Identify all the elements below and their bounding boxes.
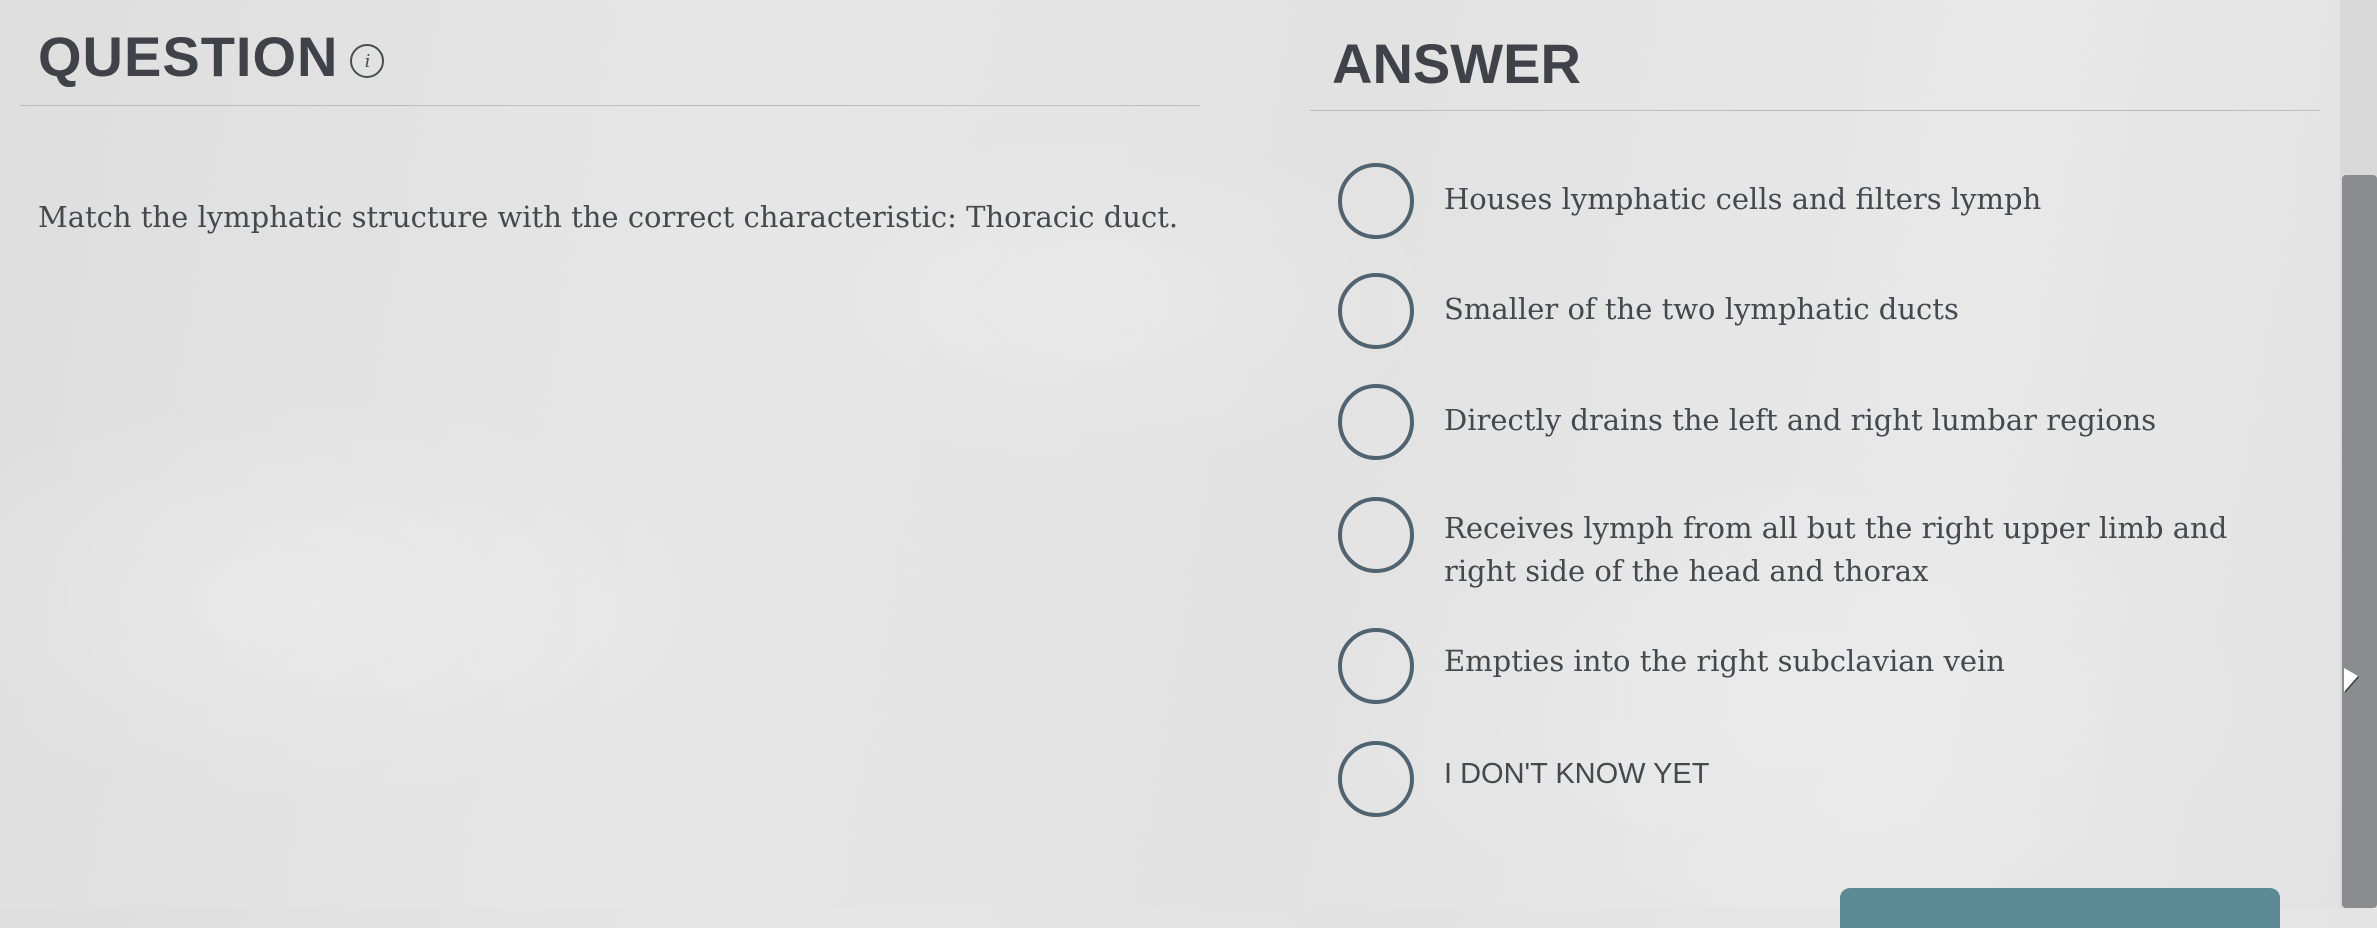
answer-option-5[interactable]: Empties into the right subclavian vein <box>1338 628 2318 704</box>
scrollbar-thumb[interactable] <box>2342 175 2377 908</box>
mouse-pointer-icon <box>2344 668 2358 692</box>
question-text: Match the lymphatic structure with the c… <box>38 200 1179 234</box>
answer-header: ANSWER <box>1310 0 2320 112</box>
answer-option-label: Empties into the right subclavian vein <box>1444 644 2005 678</box>
answer-option-3[interactable]: Directly drains the left and right lumba… <box>1338 384 2318 460</box>
info-icon[interactable]: i <box>350 44 385 78</box>
answer-option-label: Smaller of the two lymphatic ducts <box>1444 292 1959 326</box>
question-title: QUESTION <box>38 24 339 88</box>
answer-divider <box>1310 110 2320 111</box>
radio-button[interactable] <box>1338 497 1414 573</box>
radio-button[interactable] <box>1338 741 1414 817</box>
answer-option-label: Houses lymphatic cells and filters lymph <box>1444 182 2042 216</box>
submit-button[interactable] <box>1840 888 2280 928</box>
radio-button[interactable] <box>1338 273 1414 349</box>
question-header: QUESTION i <box>20 0 1200 112</box>
answer-option-label: Receives lymph from all but the right up… <box>1444 511 2228 588</box>
answer-option-6[interactable]: I DON'T KNOW YET <box>1338 741 2318 817</box>
radio-button[interactable] <box>1338 163 1414 239</box>
answer-option-4[interactable]: Receives lymph from all but the right up… <box>1338 497 2318 593</box>
answer-panel: ANSWER Houses lymphatic cells and filter… <box>1310 0 2320 817</box>
question-divider <box>20 105 1200 106</box>
answer-option-label: I DON'T KNOW YET <box>1444 758 1710 790</box>
answer-option-2[interactable]: Smaller of the two lymphatic ducts <box>1338 273 2318 349</box>
radio-button[interactable] <box>1338 628 1414 704</box>
radio-button[interactable] <box>1338 384 1414 460</box>
answer-option-label: Directly drains the left and right lumba… <box>1444 403 2157 437</box>
answer-title: ANSWER <box>1332 31 1581 95</box>
answer-option-1[interactable]: Houses lymphatic cells and filters lymph <box>1338 163 2318 239</box>
question-panel: QUESTION i Match the lymphatic structure… <box>20 0 1200 234</box>
